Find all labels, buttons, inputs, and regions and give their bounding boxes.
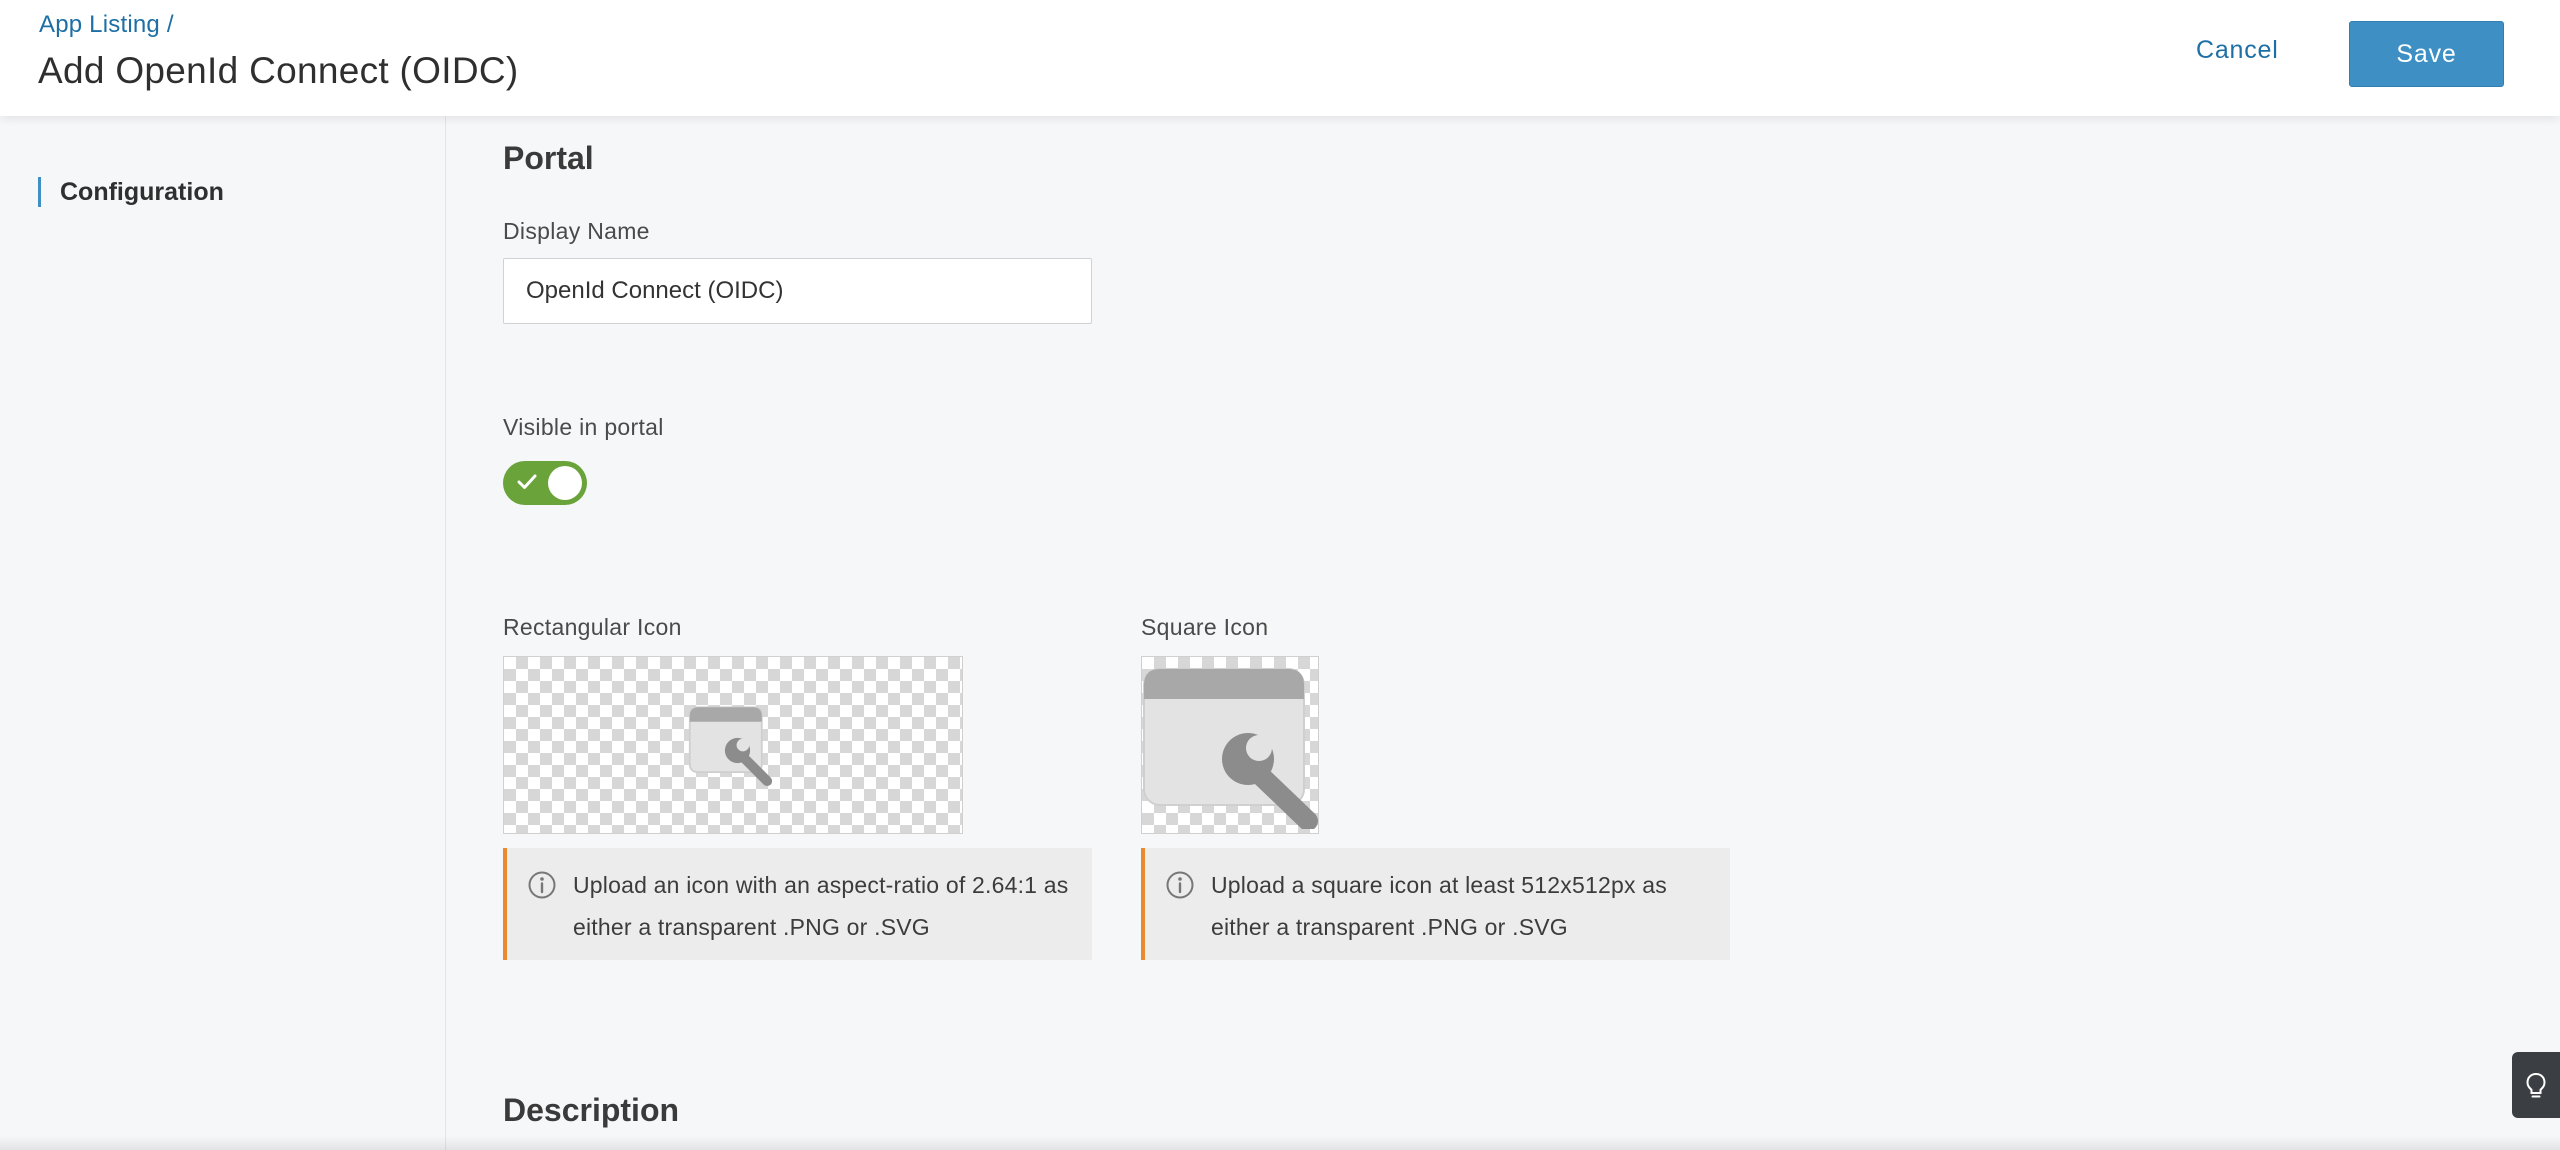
page-title: Add OpenId Connect (OIDC) bbox=[38, 50, 519, 91]
rectangular-icon-hint-text: Upload an icon with an aspect-ratio of 2… bbox=[573, 872, 1069, 940]
display-name-input[interactable] bbox=[503, 258, 1092, 324]
cancel-button[interactable]: Cancel bbox=[2196, 36, 2279, 65]
rectangular-icon-label: Rectangular Icon bbox=[503, 614, 682, 640]
breadcrumb-app-listing[interactable]: App Listing / bbox=[39, 11, 174, 39]
toggle-knob bbox=[548, 466, 582, 500]
app-wrench-icon bbox=[1143, 668, 1318, 829]
info-icon bbox=[528, 871, 556, 899]
section-title-description: Description bbox=[503, 1092, 680, 1128]
sidebar: Configuration bbox=[0, 116, 446, 1150]
square-icon-upload[interactable] bbox=[1141, 656, 1319, 834]
visible-in-portal-label: Visible in portal bbox=[503, 414, 664, 440]
square-icon-label: Square Icon bbox=[1141, 614, 1269, 640]
help-tips-button[interactable] bbox=[2512, 1052, 2560, 1118]
rectangular-icon-hint: Upload an icon with an aspect-ratio of 2… bbox=[503, 848, 1092, 960]
main-content: Portal Display Name Visible in portal Re… bbox=[447, 116, 2560, 1150]
display-name-label: Display Name bbox=[503, 218, 650, 244]
bottom-scroll-shadow bbox=[0, 1136, 2560, 1150]
info-icon bbox=[1166, 871, 1194, 899]
page-header: App Listing / Add OpenId Connect (OIDC) … bbox=[0, 0, 2560, 116]
visible-in-portal-toggle[interactable] bbox=[503, 461, 587, 505]
save-button[interactable]: Save bbox=[2349, 21, 2504, 87]
rectangular-icon-upload[interactable] bbox=[503, 656, 963, 834]
section-title-portal: Portal bbox=[503, 140, 594, 176]
sidebar-item-configuration[interactable]: Configuration bbox=[38, 177, 224, 207]
square-icon-hint: Upload a square icon at least 512x512px … bbox=[1141, 848, 1730, 960]
app-wrench-icon bbox=[688, 706, 773, 787]
lightbulb-icon bbox=[2526, 1072, 2546, 1098]
square-icon-hint-text: Upload a square icon at least 512x512px … bbox=[1211, 872, 1667, 940]
check-icon bbox=[517, 474, 537, 489]
